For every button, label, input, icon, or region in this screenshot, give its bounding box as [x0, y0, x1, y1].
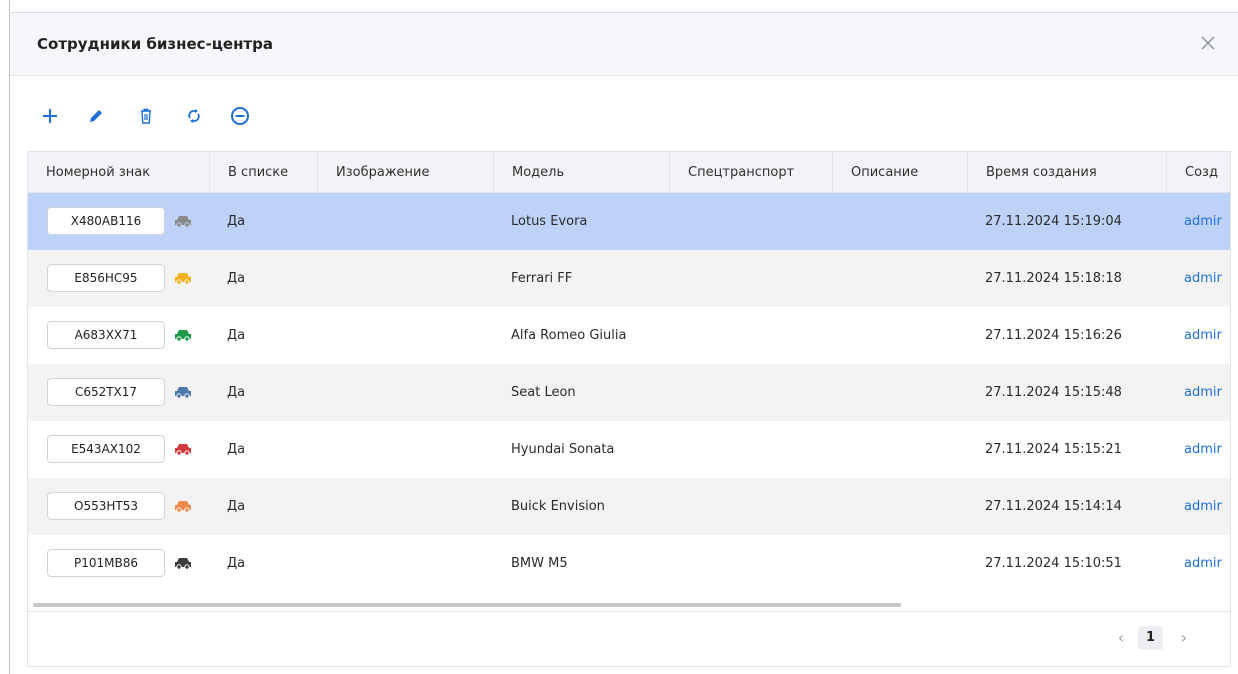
- cell-created-time: 27.11.2024 15:15:48: [985, 385, 1122, 400]
- car-icon: [175, 387, 191, 399]
- cell-model: Buick Envision: [511, 499, 605, 514]
- cell-model: Lotus Evora: [511, 214, 588, 229]
- cell-model: Hyundai Sonata: [511, 442, 615, 457]
- close-button[interactable]: [1196, 31, 1220, 55]
- delete-button[interactable]: [134, 104, 158, 128]
- license-plate: A683XX71: [47, 321, 165, 349]
- cell-created-time: 27.11.2024 15:14:14: [985, 499, 1122, 514]
- creator-link[interactable]: admir: [1184, 364, 1230, 421]
- table-row[interactable]: E856HC95 Да Ferrari FF 27.11.2024 15:18:…: [28, 250, 1230, 307]
- column-header-description[interactable]: Описание: [832, 152, 967, 193]
- refresh-button[interactable]: [182, 104, 206, 128]
- table-footer-divider: [28, 611, 1230, 612]
- column-header-creator[interactable]: Созд: [1166, 152, 1230, 193]
- license-plate: X480AB116: [47, 207, 165, 235]
- cell-in-list: Да: [227, 214, 246, 229]
- cell-in-list: Да: [227, 442, 246, 457]
- cell-in-list: Да: [227, 499, 246, 514]
- creator-link[interactable]: admir: [1184, 250, 1230, 307]
- license-plate: E856HC95: [47, 264, 165, 292]
- vehicles-table: Номерной знак В списке Изображение Модел…: [27, 151, 1231, 667]
- cell-model: Alfa Romeo Giulia: [511, 328, 627, 343]
- cell-created-time: 27.11.2024 15:15:21: [985, 442, 1122, 457]
- car-icon: [175, 558, 191, 570]
- dialog-title: Сотрудники бизнес-центра: [37, 35, 273, 53]
- car-icon: [175, 501, 191, 513]
- table-row[interactable]: X480AB116 Да Lotus Evora 27.11.2024 15:1…: [28, 193, 1230, 250]
- car-icon: [175, 216, 191, 228]
- license-plate: C652TX17: [47, 378, 165, 406]
- creator-link[interactable]: admir: [1184, 421, 1230, 478]
- license-plate: E543AX102: [47, 435, 165, 463]
- license-plate: O553HT53: [47, 492, 165, 520]
- pagination-page-button[interactable]: 1: [1138, 626, 1163, 650]
- car-icon: [175, 444, 191, 456]
- cell-created-time: 27.11.2024 15:19:04: [985, 214, 1122, 229]
- column-header-in-list[interactable]: В списке: [209, 152, 317, 193]
- column-header-special-transport[interactable]: Спецтранспорт: [669, 152, 832, 193]
- column-header-model[interactable]: Модель: [493, 152, 669, 193]
- column-header-image[interactable]: Изображение: [317, 152, 493, 193]
- cell-in-list: Да: [227, 271, 246, 286]
- employees-dialog: Сотрудники бизнес-центра Номерной знак В…: [10, 13, 1238, 674]
- column-header-plate[interactable]: Номерной знак: [28, 152, 209, 193]
- license-plate: P101MB86: [47, 549, 165, 577]
- table-row[interactable]: P101MB86 Да BMW M5 27.11.2024 15:10:51 a…: [28, 535, 1230, 592]
- cell-model: BMW M5: [511, 556, 568, 571]
- cell-in-list: Да: [227, 385, 246, 400]
- dialog-header: Сотрудники бизнес-центра: [10, 13, 1238, 76]
- creator-link[interactable]: admir: [1184, 535, 1230, 592]
- table-row[interactable]: C652TX17 Да Seat Leon 27.11.2024 15:15:4…: [28, 364, 1230, 421]
- creator-link[interactable]: admir: [1184, 307, 1230, 364]
- table-header: Номерной знак В списке Изображение Модел…: [28, 152, 1230, 193]
- add-button[interactable]: [38, 104, 62, 128]
- minus-circle-icon: [231, 107, 249, 125]
- refresh-icon: [188, 109, 200, 123]
- cell-in-list: Да: [227, 556, 246, 571]
- close-icon: [1201, 36, 1215, 50]
- pagination-next-button[interactable]: ›: [1172, 626, 1196, 650]
- car-icon: [175, 330, 191, 342]
- plus-icon: [43, 109, 57, 123]
- cell-created-time: 27.11.2024 15:16:26: [985, 328, 1122, 343]
- edit-button[interactable]: [84, 104, 108, 128]
- horizontal-scrollbar[interactable]: [33, 603, 901, 607]
- remove-button[interactable]: [228, 104, 252, 128]
- pagination-prev-button[interactable]: ‹: [1109, 626, 1133, 650]
- pencil-icon: [90, 110, 102, 122]
- cell-created-time: 27.11.2024 15:18:18: [985, 271, 1122, 286]
- cell-model: Seat Leon: [511, 385, 576, 400]
- column-header-created-time[interactable]: Время создания: [967, 152, 1166, 193]
- table-row[interactable]: O553HT53 Да Buick Envision 27.11.2024 15…: [28, 478, 1230, 535]
- cell-in-list: Да: [227, 328, 246, 343]
- trash-icon: [141, 108, 151, 124]
- table-row[interactable]: A683XX71 Да Alfa Romeo Giulia 27.11.2024…: [28, 307, 1230, 364]
- car-icon: [175, 273, 191, 285]
- creator-link[interactable]: admir: [1184, 478, 1230, 535]
- table-row[interactable]: E543AX102 Да Hyundai Sonata 27.11.2024 1…: [28, 421, 1230, 478]
- cell-model: Ferrari FF: [511, 271, 573, 286]
- creator-link[interactable]: admir: [1184, 193, 1230, 250]
- cell-created-time: 27.11.2024 15:10:51: [985, 556, 1122, 571]
